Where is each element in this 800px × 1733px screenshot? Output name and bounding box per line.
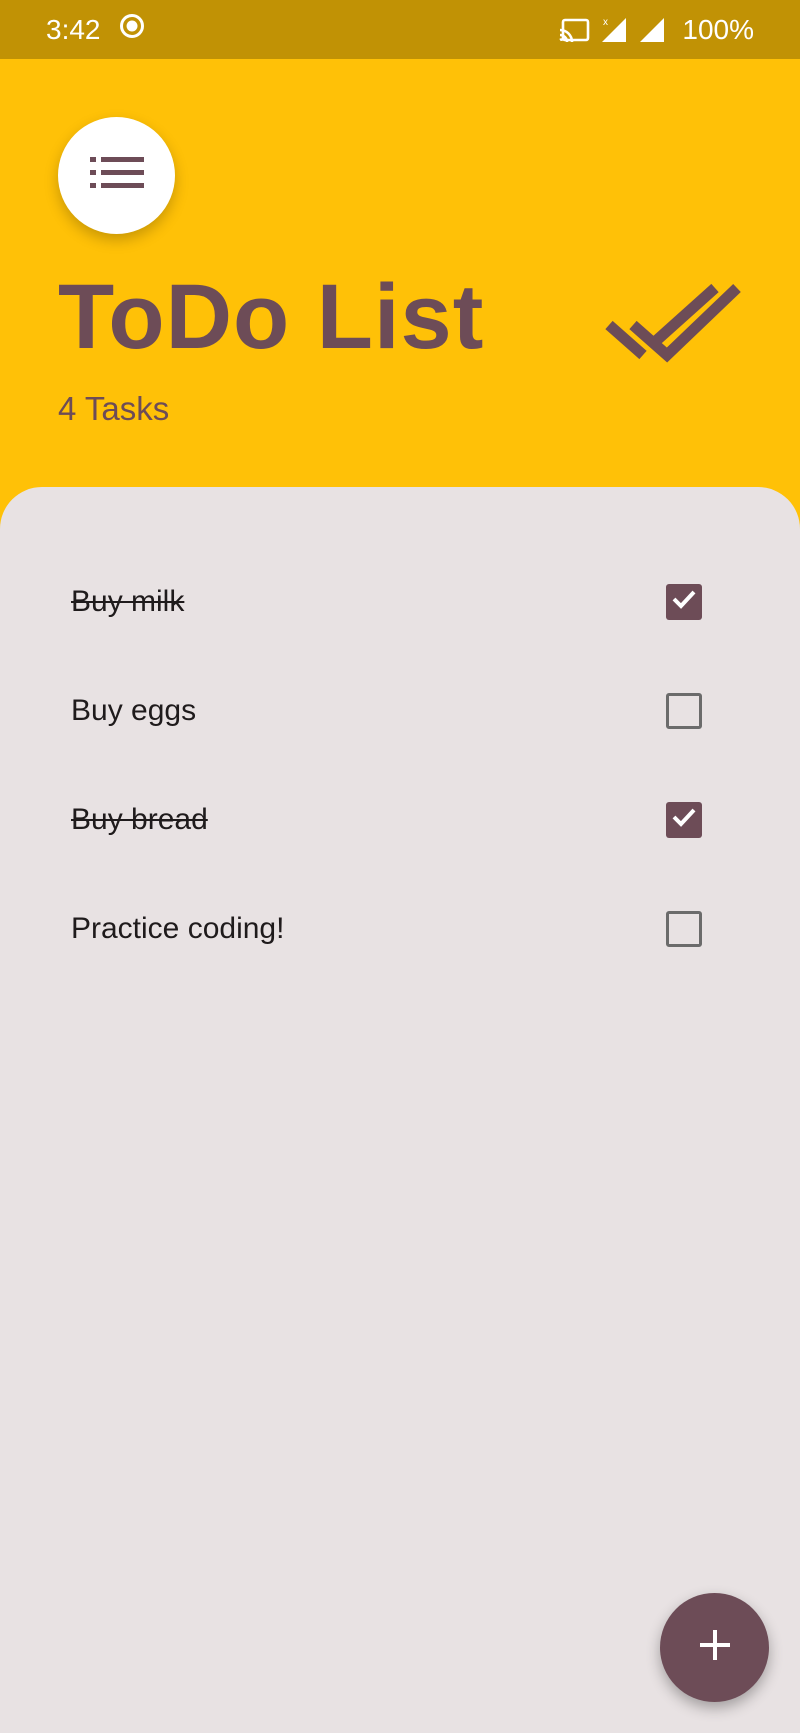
- battery-text: 100%: [682, 13, 754, 45]
- status-left: 3:42: [46, 13, 145, 46]
- task-row[interactable]: Buy bread: [0, 765, 800, 874]
- task-label: Buy bread: [71, 802, 208, 836]
- task-checkbox[interactable]: [666, 801, 702, 838]
- add-icon: [698, 1628, 732, 1667]
- task-checkbox[interactable]: [666, 910, 702, 947]
- record-icon: [119, 13, 145, 46]
- status-right: x 100%: [558, 14, 754, 46]
- task-label: Practice coding!: [71, 911, 285, 945]
- cast-icon: [558, 17, 590, 43]
- task-count: 4 Tasks: [58, 390, 170, 427]
- task-row[interactable]: Buy eggs: [0, 656, 800, 765]
- task-row[interactable]: Practice coding!: [0, 874, 800, 983]
- page-title: ToDo List: [58, 266, 485, 368]
- task-row[interactable]: Buy milk: [0, 547, 800, 656]
- screen: 3:42 x 100% ToDo List 4 Tasks Buy milk B…: [0, 0, 800, 1733]
- signal-icon: [638, 16, 666, 44]
- menu-button[interactable]: [58, 117, 175, 234]
- status-bar: 3:42 x 100%: [0, 0, 800, 59]
- task-label: Buy milk: [71, 584, 185, 618]
- task-list: Buy milk Buy eggs Buy bread Practice cod…: [0, 547, 800, 983]
- task-sheet: Buy milk Buy eggs Buy bread Practice cod…: [0, 487, 800, 1733]
- task-checkbox[interactable]: [666, 692, 702, 729]
- status-time: 3:42: [46, 13, 101, 45]
- svg-text:x: x: [603, 17, 608, 28]
- check-icon: [670, 587, 698, 616]
- task-label: Buy eggs: [71, 693, 197, 727]
- add-task-button[interactable]: [660, 1593, 769, 1702]
- list-icon: [89, 155, 144, 196]
- signal-icon: x: [600, 16, 628, 44]
- done-all-icon: [605, 280, 745, 365]
- check-icon: [670, 805, 698, 834]
- task-checkbox[interactable]: [666, 583, 702, 620]
